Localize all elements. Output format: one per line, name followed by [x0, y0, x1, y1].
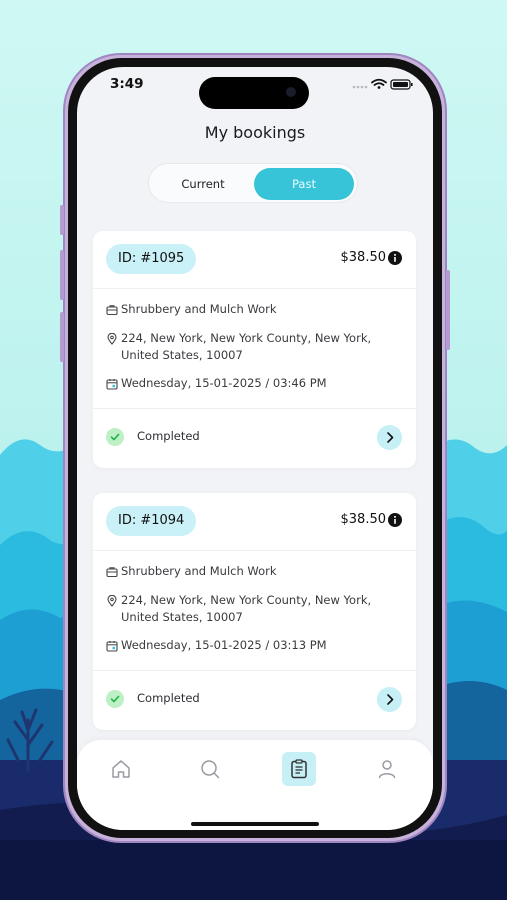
wifi-icon: [371, 78, 387, 86]
booking-id-badge: ID: #1095: [106, 244, 197, 274]
booking-address: 224, New York, New York County, New York…: [121, 593, 372, 624]
booking-status: Completed: [137, 691, 200, 705]
service-name: Shrubbery and Mulch Work: [121, 564, 277, 578]
search-icon[interactable]: [199, 758, 221, 780]
chevron-right-icon[interactable]: [377, 687, 402, 712]
page-title: My bookings: [204, 123, 306, 142]
phone-volume-down: [60, 312, 64, 362]
booking-price: $38.50: [340, 512, 387, 527]
card-header-divider: [93, 288, 416, 289]
card-divider: [93, 670, 416, 671]
location-pin-icon: [107, 333, 117, 345]
profile-icon[interactable]: [376, 758, 398, 780]
bottom-nav: [77, 740, 433, 830]
phone-power-button: [446, 270, 450, 350]
check-icon: [106, 428, 124, 446]
booking-price: $38.50: [340, 250, 387, 265]
battery-icon: [390, 79, 413, 90]
check-icon: [106, 690, 124, 708]
chevron-right-icon[interactable]: [377, 425, 402, 450]
calendar-icon: [106, 641, 118, 652]
info-icon[interactable]: [388, 513, 402, 527]
booking-card[interactable]: ID: #1094 $38.50 Shrubbery and Mulch Wor…: [93, 493, 416, 730]
booking-datetime: Wednesday, 15-01-2025 / 03:46 PM: [121, 376, 327, 390]
front-camera: [286, 87, 296, 97]
phone-volume-up: [60, 250, 64, 300]
info-icon[interactable]: [388, 251, 402, 265]
calendar-icon: [106, 379, 118, 390]
booking-card[interactable]: ID: #1095 $38.50 Shrubbery and Mulch Wor…: [93, 231, 416, 468]
booking-address: 224, New York, New York County, New York…: [121, 331, 372, 362]
home-icon[interactable]: [110, 758, 132, 780]
tab-past[interactable]: Past: [254, 168, 354, 200]
phone-side-button: [60, 205, 64, 235]
booking-datetime: Wednesday, 15-01-2025 / 03:13 PM: [121, 638, 327, 652]
booking-id-badge: ID: #1094: [106, 506, 197, 536]
booking-segment-control: Current Past: [148, 163, 358, 203]
briefcase-icon: [106, 567, 118, 578]
app-screen: 3:49 My bookings Current Past ID: #1095 …: [77, 67, 433, 830]
tab-current[interactable]: Current: [153, 168, 253, 200]
briefcase-icon: [106, 305, 118, 316]
home-indicator[interactable]: [191, 822, 319, 826]
bookings-icon[interactable]: [288, 758, 310, 780]
card-header-divider: [93, 550, 416, 551]
signal-icon: [352, 85, 368, 89]
card-divider: [93, 408, 416, 409]
location-pin-icon: [107, 595, 117, 607]
status-icons: [352, 78, 413, 90]
service-name: Shrubbery and Mulch Work: [121, 302, 277, 316]
booking-status: Completed: [137, 429, 200, 443]
status-time: 3:49: [110, 76, 144, 92]
